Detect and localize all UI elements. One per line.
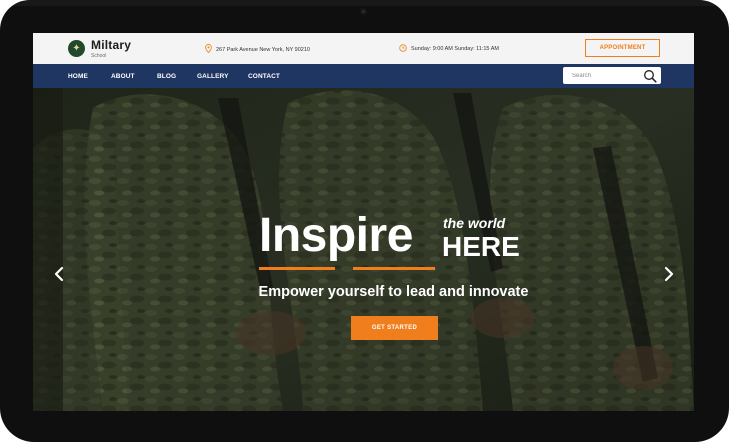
map-pin-icon — [205, 44, 212, 55]
camera-dot — [360, 8, 367, 15]
brand-name[interactable]: Miltary — [91, 38, 131, 52]
top-info-bar: ✦ Miltary School 267 Park Avenue New Yor… — [33, 33, 694, 64]
website-screen: ✦ Miltary School 267 Park Avenue New Yor… — [33, 33, 694, 411]
headline-underline-left — [259, 267, 335, 270]
chevron-left-icon[interactable] — [50, 263, 68, 285]
hero-headline-inspire: Inspire — [259, 209, 413, 262]
nav-item-home[interactable]: HOME — [68, 73, 88, 80]
search-icon[interactable] — [643, 69, 657, 83]
nav-item-blog[interactable]: BLOG — [157, 73, 176, 80]
chevron-right-icon[interactable] — [660, 263, 678, 285]
hero-headline-here: HERE — [442, 231, 520, 262]
get-started-button[interactable]: GET STARTED — [351, 316, 438, 340]
search-input[interactable] — [563, 67, 643, 84]
hero-slider: Inspire the world HERE Empower yourself … — [33, 88, 694, 411]
main-navbar: HOME ABOUT BLOG GALLERY CONTACT — [33, 64, 694, 88]
nav-item-about[interactable]: ABOUT — [111, 73, 135, 80]
headline-underline-right — [353, 267, 435, 270]
search-box — [563, 67, 661, 84]
clock-icon — [399, 44, 407, 54]
hero-headline-the-world: the world — [443, 215, 506, 231]
brand-subtitle: School — [91, 53, 107, 59]
logo-icon[interactable]: ✦ — [68, 40, 85, 57]
tablet-frame: ✦ Miltary School 267 Park Avenue New Yor… — [0, 0, 729, 442]
address-text: 267 Park Avenue New York, NY 90210 — [216, 46, 310, 53]
nav-item-contact[interactable]: CONTACT — [248, 73, 280, 80]
appointment-button[interactable]: APPOINTMENT — [585, 39, 660, 57]
hours-info: Sunday: 9:00 AM Sunday: 11:15 AM — [399, 44, 499, 54]
hours-text: Sunday: 9:00 AM Sunday: 11:15 AM — [411, 46, 499, 52]
hero-tagline: Empower yourself to lead and innovate — [258, 284, 529, 300]
address-info: 267 Park Avenue New York, NY 90210 — [205, 44, 310, 55]
nav-item-gallery[interactable]: GALLERY — [197, 73, 229, 80]
